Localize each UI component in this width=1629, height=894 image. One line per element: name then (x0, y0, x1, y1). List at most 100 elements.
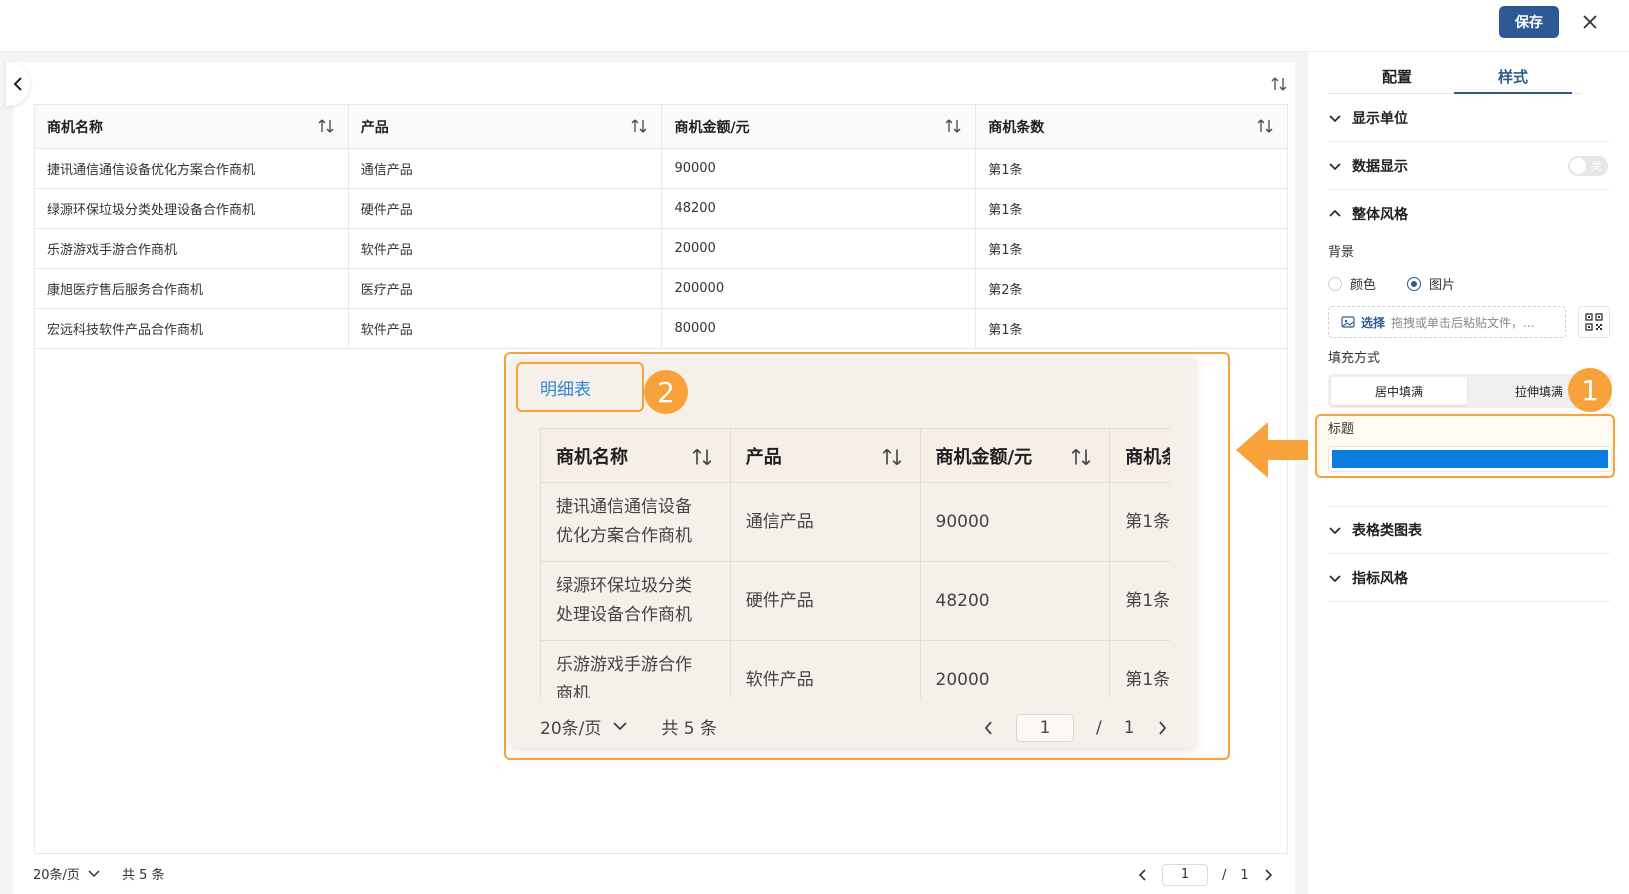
page-size-label: 20条/页 (33, 868, 80, 883)
column-header[interactable]: 商机条 (1109, 428, 1170, 483)
table-row: 乐游游戏手游合作商机 软件产品 20000 第1条 (34, 228, 1288, 269)
prev-page-icon[interactable] (984, 721, 994, 735)
chevron-down-icon (1329, 527, 1341, 535)
table-cell: 通信产品 (729, 482, 921, 562)
column-header-label: 商机金额/元 (674, 119, 750, 136)
column-header[interactable]: 商机条数 (975, 104, 1288, 149)
table-cell: 硬件产品 (729, 561, 921, 641)
qr-code-icon (1585, 313, 1603, 331)
upload-hint: 拖拽或单击后粘贴文件，... (1391, 315, 1535, 330)
step-badge-1: 1 (1568, 368, 1612, 412)
section-title: 指标风格 (1352, 570, 1408, 587)
next-page-icon[interactable] (1157, 721, 1167, 735)
fill-mode-center[interactable]: 居中填满 (1331, 377, 1467, 405)
section-overall-style[interactable]: 整体风格 (1328, 190, 1610, 238)
table-cell: 第1条 (975, 188, 1288, 229)
page-size-label: 20条/页 (540, 719, 602, 739)
sort-icon[interactable] (1257, 118, 1273, 134)
table-row: 宏远科技软件产品合作商机 软件产品 80000 第1条 (34, 308, 1288, 349)
title-color-picker[interactable] (1328, 446, 1612, 472)
total-count: 共 5 条 (121, 868, 165, 883)
column-header[interactable]: 商机金额/元 (919, 428, 1111, 483)
chevron-down-icon (1329, 574, 1341, 582)
section-data-display[interactable]: 数据显示 关 (1328, 142, 1610, 190)
page-number-input[interactable]: 1 (1162, 864, 1208, 886)
sort-icon[interactable] (692, 447, 712, 467)
data-table: 商机名称 产品 商机金额/元 商机条数 捷讯通信通信设备优化方案合作商机 通信产… (34, 104, 1288, 349)
radio-label: 颜色 (1350, 278, 1377, 293)
table-header-row: 商机名称 产品 商机金额/元 商机条数 (34, 104, 1288, 149)
section-table-chart[interactable]: 表格类图表 (1328, 506, 1610, 554)
page-number-input[interactable]: 1 (1016, 714, 1074, 742)
radio-label: 图片 (1429, 278, 1456, 293)
page-size-select[interactable]: 20条/页 (33, 864, 100, 883)
column-header[interactable]: 商机名称 (540, 428, 731, 483)
table-cell: 软件产品 (347, 308, 663, 349)
table-cell: 乐游游戏手游合作 商机 (540, 640, 731, 698)
sort-icon[interactable] (945, 118, 961, 134)
column-header-label: 商机金额/元 (935, 446, 1033, 468)
qr-code-button[interactable] (1578, 306, 1610, 338)
sort-icon[interactable] (318, 118, 334, 134)
table-cell: 第1条 (1109, 640, 1170, 698)
section-title: 数据显示 (1352, 158, 1408, 175)
table-cell: 80000 (661, 308, 977, 349)
table-cell: 200000 (661, 268, 977, 309)
table-cell: 第1条 (1109, 561, 1170, 641)
image-icon (1341, 316, 1355, 328)
top-bar: 保存 (0, 0, 1629, 52)
column-header[interactable]: 商机名称 (34, 104, 349, 149)
table-cell: 48200 (661, 188, 977, 229)
column-header[interactable]: 产品 (347, 104, 663, 149)
data-display-toggle[interactable]: 关 (1568, 156, 1608, 176)
table-cell: 康旭医疗售后服务合作商机 (34, 268, 349, 309)
table-cell: 乐游游戏手游合作商机 (34, 228, 349, 269)
tab-style[interactable]: 样式 (1454, 66, 1572, 94)
table-cell: 第2条 (975, 268, 1288, 309)
table-cell: 第1条 (975, 148, 1288, 189)
table-cell: 软件产品 (347, 228, 663, 269)
table-row: 捷讯通信通信设备优化方案合作商机 通信产品 90000 第1条 (34, 148, 1288, 189)
sort-icon[interactable] (631, 118, 647, 134)
column-header[interactable]: 产品 (729, 428, 921, 483)
sort-icon[interactable] (1071, 447, 1091, 467)
upload-select-link[interactable]: 选择 (1361, 314, 1385, 331)
page-size-select[interactable]: 20条/页 (540, 714, 627, 739)
table-cell: 48200 (919, 561, 1111, 641)
close-icon[interactable] (1578, 10, 1602, 34)
prev-page-icon[interactable] (1138, 869, 1148, 881)
pagination-left: 20条/页 共 5 条 (33, 864, 164, 883)
next-page-icon[interactable] (1263, 869, 1273, 881)
sidebar-tabs: 配置 样式 (1328, 62, 1582, 94)
table-row: 康旭医疗售后服务合作商机 医疗产品 200000 第2条 (34, 268, 1288, 309)
column-header[interactable]: 商机金额/元 (661, 104, 977, 149)
table-cell: 第1条 (975, 228, 1288, 269)
section-indicator-style[interactable]: 指标风格 (1328, 554, 1610, 602)
chevron-left-icon (13, 77, 22, 91)
image-upload-field[interactable]: 选择 拖拽或单击后粘贴文件，... (1328, 306, 1566, 338)
page-separator: / (1222, 867, 1227, 883)
chevron-down-icon (88, 869, 100, 877)
chevron-up-icon (1329, 209, 1341, 217)
section-title: 表格类图表 (1352, 523, 1422, 539)
fill-mode-label: 填充方式 (1328, 351, 1381, 366)
radio-color[interactable]: 颜色 (1328, 274, 1376, 293)
section-display-unit[interactable]: 显示单位 (1328, 94, 1610, 142)
save-button[interactable]: 保存 (1499, 6, 1559, 38)
table-row: 捷讯通信通信设备 优化方案合作商机 通信产品 90000 第1条 (540, 482, 1170, 562)
column-header-label: 商机名称 (556, 446, 628, 468)
radio-image[interactable]: 图片 (1407, 274, 1455, 293)
table-cell: 捷讯通信通信设备 优化方案合作商机 (540, 482, 731, 562)
sort-icon[interactable] (882, 447, 902, 467)
table-cell: 90000 (919, 482, 1111, 562)
tab-config[interactable]: 配置 (1338, 66, 1456, 94)
sort-icon[interactable] (1270, 75, 1288, 93)
table-cell: 软件产品 (729, 640, 921, 698)
total-pages: 1 (1240, 867, 1249, 883)
section-title: 显示单位 (1352, 110, 1408, 127)
column-header-label: 产品 (360, 119, 389, 136)
table-cell: 绿源环保垃圾分类处理设备合作商机 (34, 188, 349, 229)
callout-pagination-right: 1 / 1 (984, 714, 1167, 742)
title-label: 标题 (1328, 422, 1355, 437)
step-badge-2: 2 (644, 370, 688, 414)
